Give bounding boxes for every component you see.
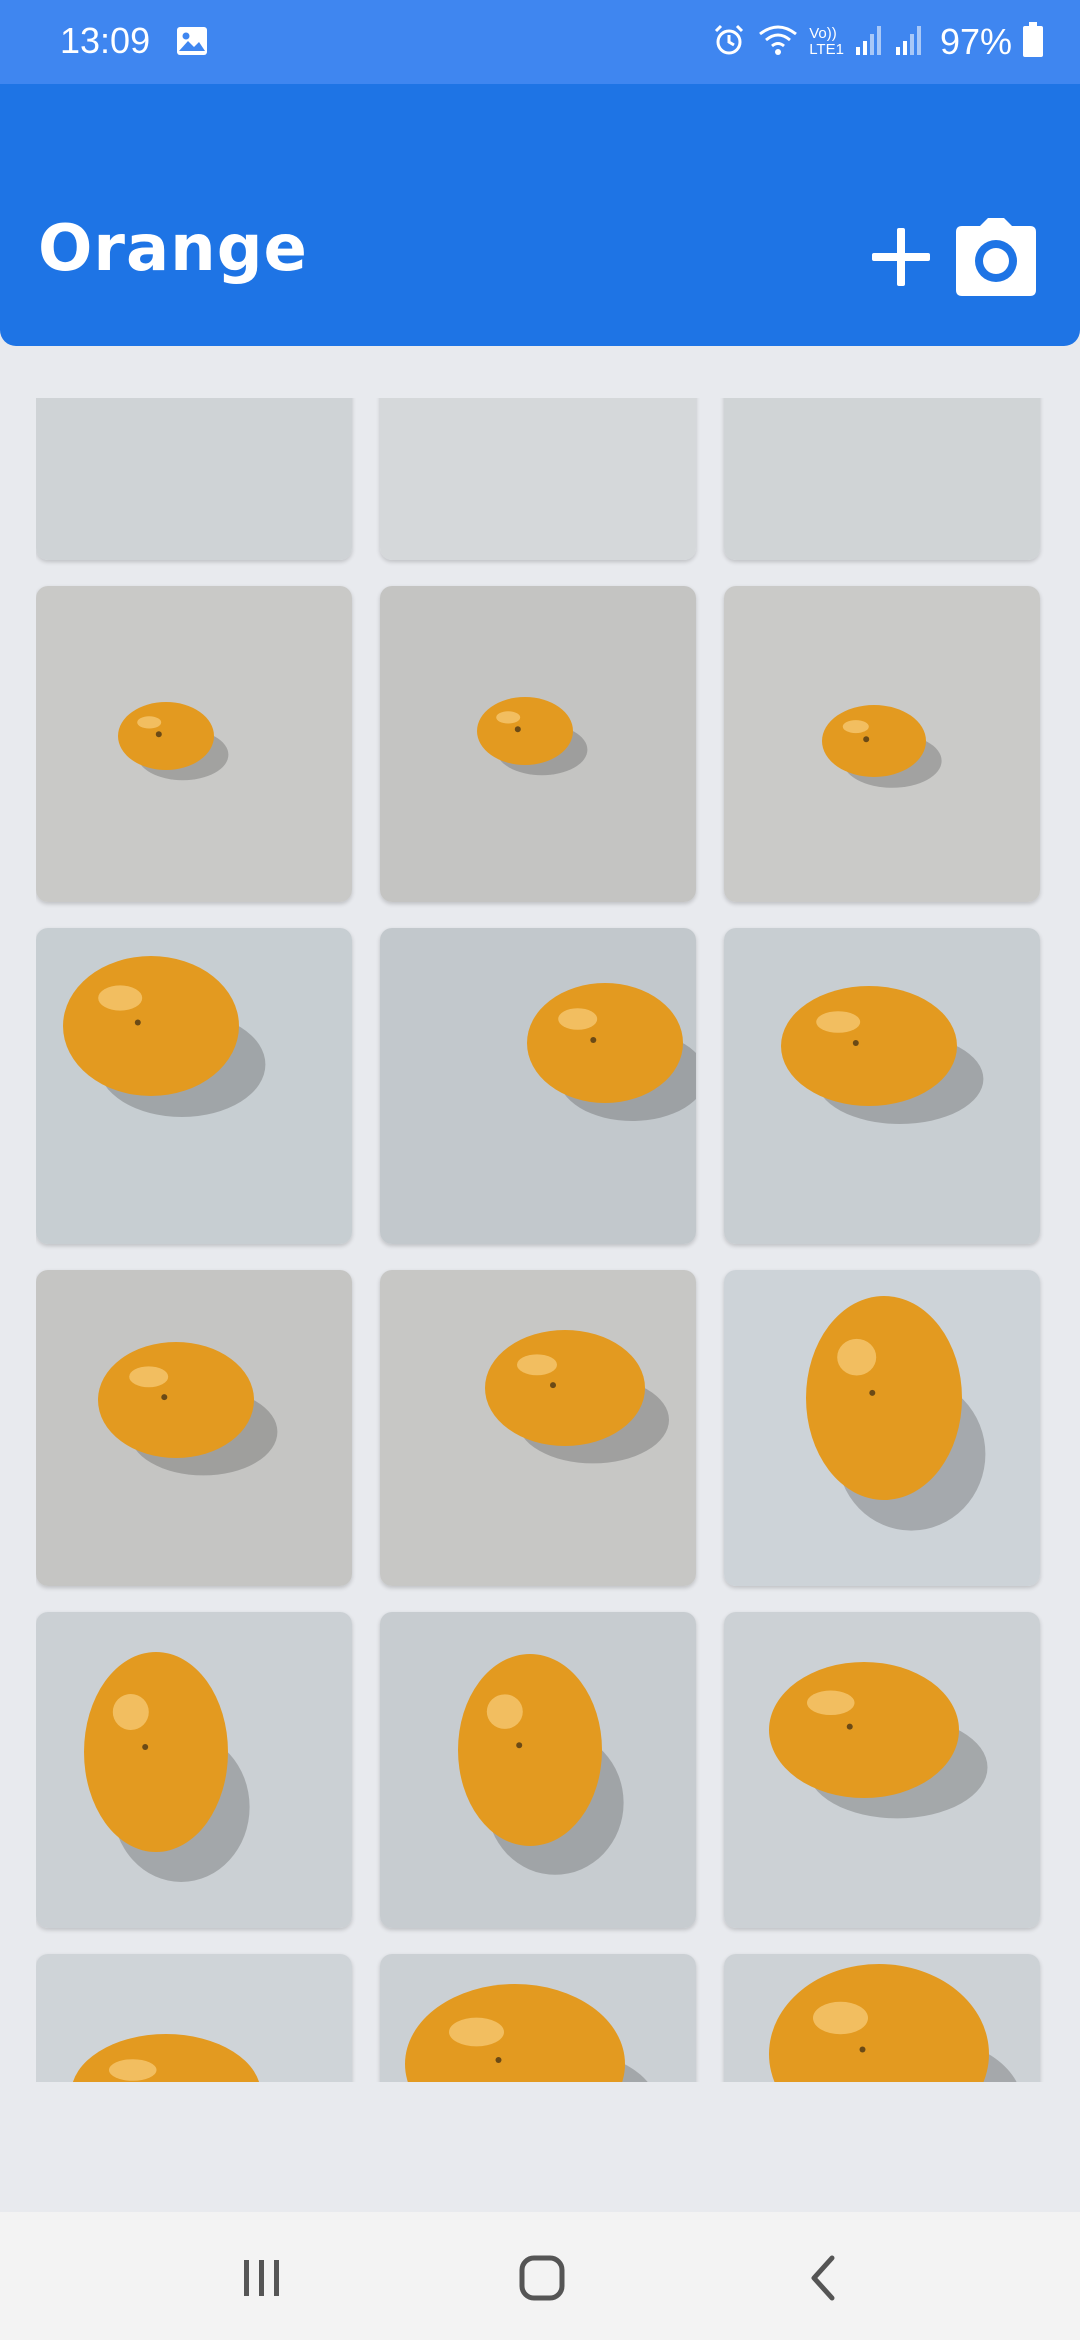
photo-thumbnail[interactable] — [36, 1612, 352, 1928]
add-button[interactable] — [866, 222, 936, 292]
network-type-label: Vo)) LTE1 — [809, 26, 844, 58]
orange-photo-image — [724, 928, 1040, 1244]
orange-photo-image — [36, 928, 352, 1244]
photo-grid-inner — [36, 398, 1044, 2082]
photo-thumbnail[interactable] — [724, 398, 1040, 560]
camera-icon — [956, 218, 1036, 296]
navigation-bar — [0, 2212, 1080, 2340]
photo-thumbnail[interactable] — [724, 586, 1040, 902]
orange-photo-image — [380, 1612, 696, 1928]
orange-photo-image — [36, 1270, 352, 1586]
orange-photo-image — [380, 1954, 696, 2082]
photo-thumbnail[interactable] — [36, 1954, 352, 2082]
orange-photo-image — [380, 928, 696, 1244]
orange-photo-image — [724, 1954, 1040, 2082]
orange-photo-image — [380, 398, 696, 560]
signal-icon — [894, 23, 924, 61]
photo-thumbnail[interactable] — [724, 1954, 1040, 2082]
wifi-icon — [757, 22, 799, 62]
photo-thumbnail[interactable] — [380, 928, 696, 1244]
battery-icon — [1022, 22, 1044, 62]
volte-label: Vo)) — [809, 25, 837, 42]
status-time: 13:09 — [60, 20, 151, 61]
photo-thumbnail[interactable] — [36, 1270, 352, 1586]
photo-thumbnail[interactable] — [380, 1954, 696, 2082]
photo-thumbnail[interactable] — [380, 1612, 696, 1928]
camera-button[interactable] — [954, 216, 1038, 298]
battery-percent: 97% — [939, 21, 1012, 62]
photo-thumbnail[interactable] — [724, 928, 1040, 1244]
orange-photo-image — [724, 586, 1040, 902]
orange-photo-image — [724, 398, 1040, 560]
photo-thumbnail[interactable] — [36, 398, 352, 560]
photo-thumbnail[interactable] — [724, 1270, 1040, 1586]
photo-thumbnail[interactable] — [380, 586, 696, 902]
home-icon — [519, 2255, 565, 2301]
add-icon — [872, 228, 930, 286]
orange-photo-image — [36, 1612, 352, 1928]
lte-label: LTE1 — [809, 41, 844, 58]
back-icon — [811, 2255, 835, 2301]
status-icons: Vo)) LTE1 97% — [711, 18, 1044, 66]
signal-icon — [854, 23, 884, 61]
app-bar: Orange — [0, 84, 1080, 346]
photo-thumbnail[interactable] — [36, 586, 352, 902]
home-button[interactable] — [510, 2246, 574, 2310]
page-title: Orange — [38, 212, 308, 286]
recent-apps-icon — [244, 2260, 279, 2296]
photo-grid[interactable] — [36, 398, 1044, 2082]
recent-apps-button[interactable] — [230, 2246, 294, 2310]
orange-photo-image — [724, 1612, 1040, 1928]
alarm-icon — [711, 22, 747, 62]
photo-thumbnail[interactable] — [724, 1612, 1040, 1928]
orange-photo-image — [380, 586, 696, 902]
photo-thumbnail[interactable] — [380, 1270, 696, 1586]
orange-photo-image — [380, 1270, 696, 1586]
photo-thumbnail[interactable] — [380, 398, 696, 560]
orange-photo-image — [36, 586, 352, 902]
orange-photo-image — [36, 398, 352, 560]
status-bar: 13:09 Vo)) LTE1 97% — [0, 0, 1080, 84]
gallery-icon — [176, 26, 208, 60]
back-button[interactable] — [792, 2246, 856, 2310]
orange-photo-image — [36, 1954, 352, 2082]
orange-photo-image — [724, 1270, 1040, 1586]
photo-thumbnail[interactable] — [36, 928, 352, 1244]
